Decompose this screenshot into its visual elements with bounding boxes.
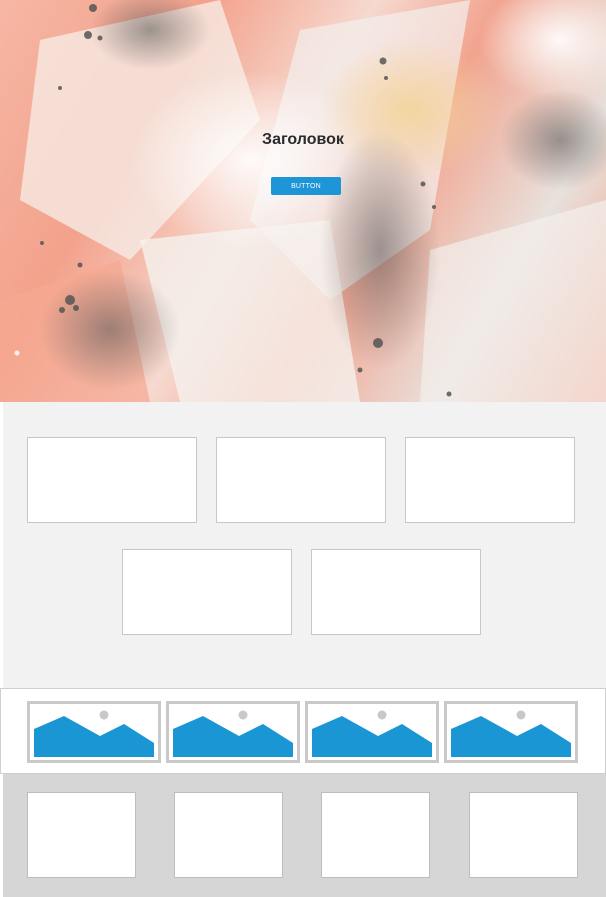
content-box[interactable] [469, 792, 578, 878]
content-box[interactable] [27, 792, 136, 878]
content-box[interactable] [174, 792, 283, 878]
bottom-boxes-section [3, 774, 606, 897]
card[interactable] [27, 437, 197, 523]
image-placeholder-icon [30, 704, 158, 760]
image-placeholder-icon [308, 704, 436, 760]
gallery-section [0, 688, 606, 774]
card[interactable] [311, 549, 481, 635]
hero-banner: Заголовок BUTTON [0, 0, 606, 402]
hero-title: Заголовок [262, 131, 344, 148]
card[interactable] [122, 549, 292, 635]
card[interactable] [405, 437, 575, 523]
hero-background-image [0, 0, 606, 402]
cards-section [3, 402, 606, 688]
gallery-item[interactable] [305, 701, 439, 763]
gallery-item[interactable] [444, 701, 578, 763]
gallery-item[interactable] [166, 701, 300, 763]
hero-button[interactable]: BUTTON [271, 177, 341, 195]
card[interactable] [216, 437, 386, 523]
content-box[interactable] [321, 792, 430, 878]
image-placeholder-icon [169, 704, 297, 760]
gallery-item[interactable] [27, 701, 161, 763]
image-placeholder-icon [447, 704, 575, 760]
